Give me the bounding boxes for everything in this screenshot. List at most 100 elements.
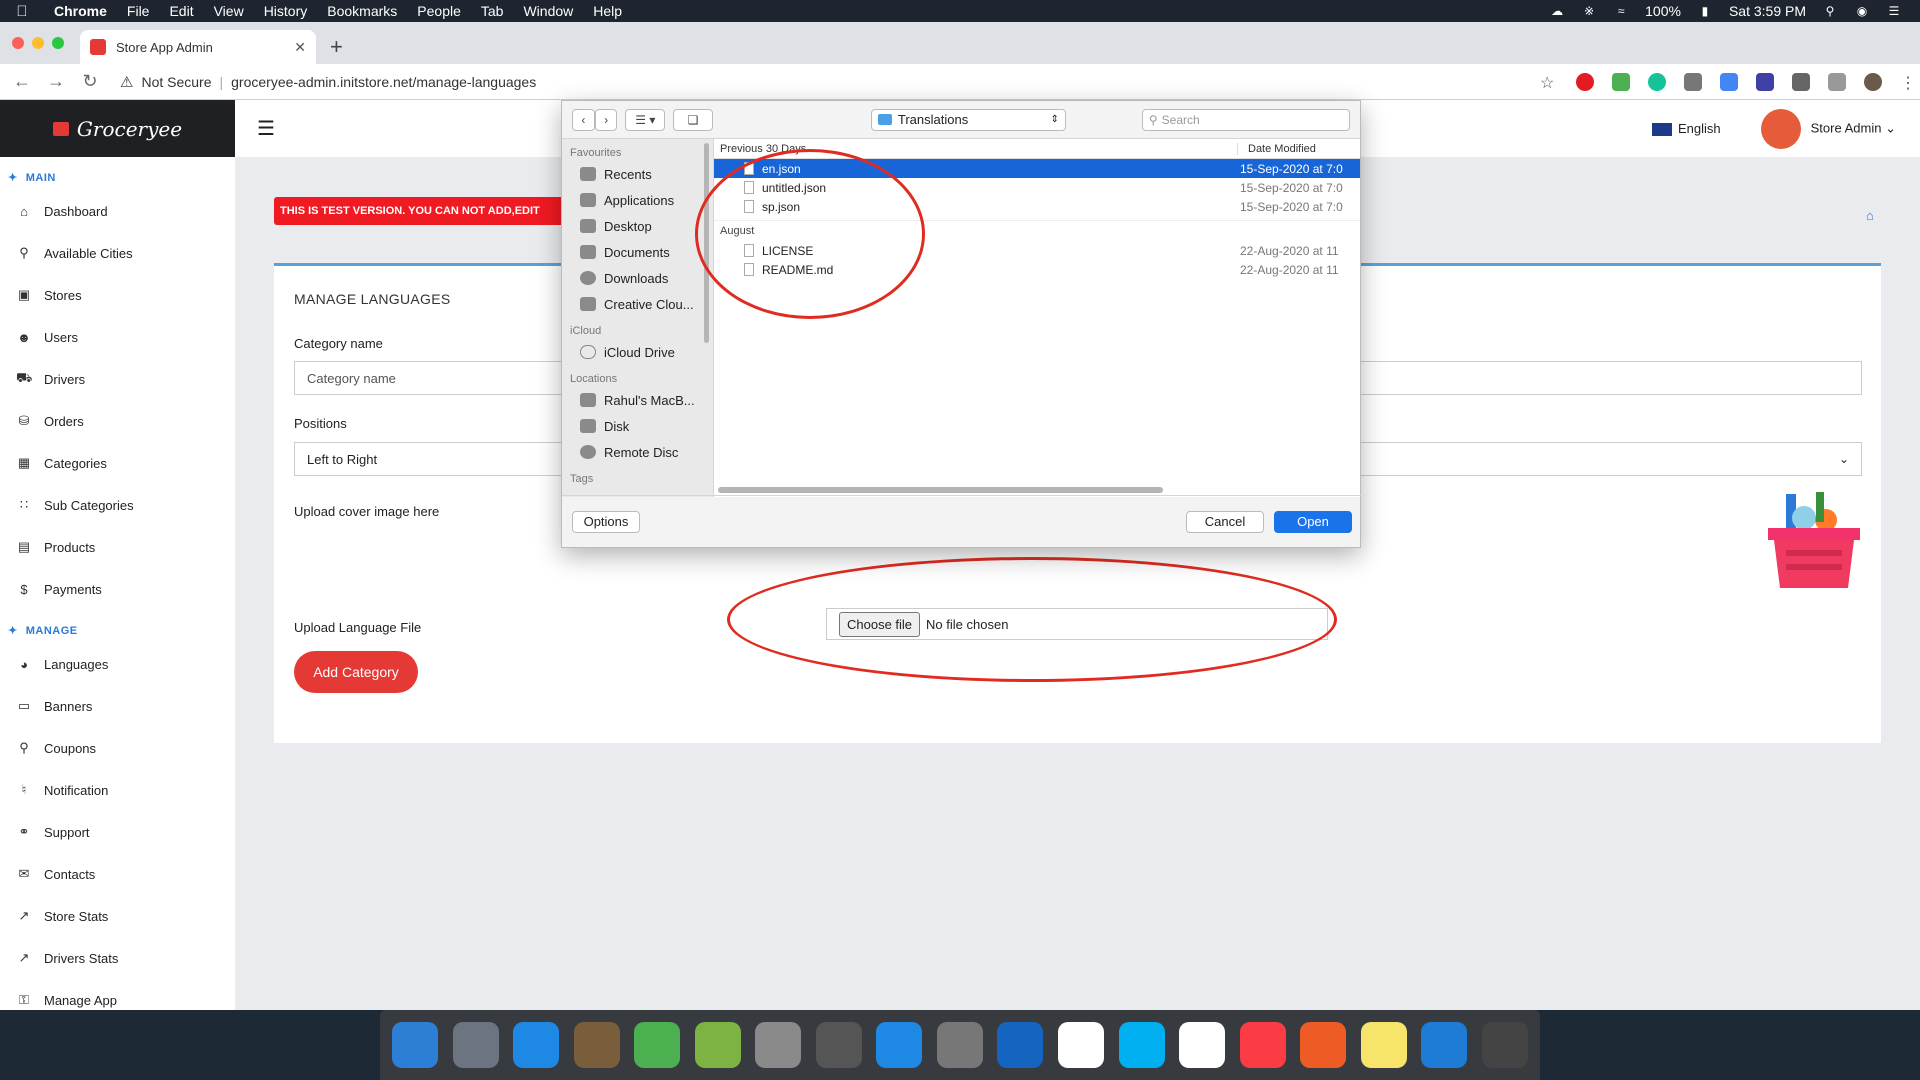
sidebar-item-languages[interactable]: ◕ Languages bbox=[0, 643, 235, 685]
safari-icon[interactable] bbox=[513, 1022, 560, 1068]
notes-icon[interactable] bbox=[1360, 1022, 1407, 1068]
url-text[interactable]: groceryee-admin.initstore.net/manage-lan… bbox=[231, 74, 536, 90]
dialog-sidebar-documents[interactable]: Documents bbox=[562, 239, 713, 265]
siri-icon[interactable]: ◉ bbox=[1854, 4, 1870, 18]
tab-store-app-admin[interactable]: Store App Admin ✕ bbox=[80, 30, 316, 64]
maps-icon[interactable] bbox=[634, 1022, 681, 1068]
new-folder-icon[interactable]: ❏ bbox=[673, 108, 713, 131]
skype-icon[interactable] bbox=[1118, 1022, 1165, 1068]
chrome-menu-icon[interactable]: ⋮ bbox=[1900, 73, 1916, 92]
cancel-button[interactable]: Cancel bbox=[1186, 510, 1264, 533]
minimize-window-button[interactable] bbox=[32, 37, 44, 49]
menu-view[interactable]: View bbox=[204, 3, 254, 19]
sidebar-item-sub-categories[interactable]: ∷ Sub Categories bbox=[0, 484, 235, 526]
finder-icon[interactable] bbox=[392, 1022, 438, 1068]
dialog-back-icon[interactable]: ‹ bbox=[572, 108, 595, 131]
app-store-icon[interactable] bbox=[876, 1022, 923, 1068]
sidebar-item-contacts[interactable]: ✉ Contacts bbox=[0, 853, 235, 895]
brand[interactable]: Groceryee bbox=[0, 100, 235, 157]
menu-tab[interactable]: Tab bbox=[471, 3, 514, 19]
dialog-search-input[interactable]: ⚲ Search bbox=[1141, 108, 1350, 131]
spotlight-icon[interactable]: ⚲ bbox=[1822, 4, 1838, 18]
new-tab-icon[interactable]: + bbox=[330, 34, 343, 60]
sidebar-item-payments[interactable]: $ Payments bbox=[0, 568, 235, 610]
dialog-sidebar-icloud-drive[interactable]: iCloud Drive bbox=[562, 339, 713, 365]
sidebar-item-dashboard[interactable]: ⌂ Dashboard bbox=[0, 190, 235, 232]
dialog-sidebar-creative-cloud[interactable]: Creative Clou... bbox=[562, 291, 713, 317]
notification-center-icon[interactable]: ☰ bbox=[1886, 4, 1902, 18]
sidebar-item-categories[interactable]: ▦ Categories bbox=[0, 442, 235, 484]
slack-icon[interactable] bbox=[1058, 1022, 1105, 1068]
profile-avatar[interactable] bbox=[1864, 72, 1882, 91]
apple-menu-icon[interactable]:  bbox=[0, 3, 44, 20]
sidebar-item-available-cities[interactable]: ⚲ Available Cities bbox=[0, 232, 235, 274]
vscode-icon[interactable] bbox=[1421, 1022, 1468, 1068]
dialog-sidebar-applications[interactable]: Applications bbox=[562, 187, 713, 213]
menu-file[interactable]: File bbox=[117, 3, 160, 19]
close-tab-icon[interactable]: ✕ bbox=[294, 39, 306, 56]
sidebar-item-drivers[interactable]: ⛟ Drivers bbox=[0, 358, 235, 400]
clock[interactable]: Sat 3:59 PM bbox=[1729, 3, 1806, 19]
breadcrumb-home-icon[interactable]: ⌂ bbox=[1866, 208, 1874, 223]
zoom-window-button[interactable] bbox=[52, 37, 64, 49]
dialog-sidebar-recents[interactable]: Recents bbox=[562, 161, 713, 187]
battery-percent[interactable]: 100% bbox=[1645, 3, 1681, 19]
sidebar-item-products[interactable]: ▤ Products bbox=[0, 526, 235, 568]
sidebar-item-drivers-stats[interactable]: ↗ Drivers Stats bbox=[0, 937, 235, 979]
back-icon[interactable]: ← bbox=[12, 71, 32, 92]
translate-extension-icon[interactable] bbox=[1720, 72, 1738, 91]
location-popup[interactable]: Translations ⇕ bbox=[870, 108, 1066, 131]
sidebar-item-users[interactable]: ☻ Users bbox=[0, 316, 235, 358]
security-label[interactable]: Not Secure bbox=[141, 74, 211, 90]
music-icon[interactable] bbox=[1239, 1022, 1286, 1068]
dialog-sidebar-disk[interactable]: Disk bbox=[562, 413, 713, 439]
menu-edit[interactable]: Edit bbox=[159, 3, 203, 19]
menu-app-name[interactable]: Chrome bbox=[44, 3, 117, 19]
open-button[interactable]: Open bbox=[1274, 510, 1352, 533]
view-options-icon[interactable]: ☰ ▾ bbox=[625, 108, 666, 131]
trash-icon[interactable] bbox=[1481, 1022, 1528, 1068]
extension-badge-icon[interactable] bbox=[1756, 72, 1774, 91]
close-window-button[interactable] bbox=[12, 37, 24, 49]
sidebar-item-stores[interactable]: ▣ Stores bbox=[0, 274, 235, 316]
bluetooth-icon[interactable]: ※ bbox=[1581, 4, 1597, 18]
sidebar-item-support[interactable]: ⚭ Support bbox=[0, 811, 235, 853]
reading-list-icon[interactable] bbox=[1828, 72, 1846, 91]
column-date-modified[interactable]: Date Modified bbox=[1238, 143, 1316, 155]
warning-icon[interactable]: ⚠ bbox=[120, 73, 133, 91]
wifi-icon[interactable]: ≈ bbox=[1613, 4, 1629, 18]
preview-icon[interactable] bbox=[573, 1022, 620, 1068]
xcode-icon[interactable] bbox=[997, 1022, 1044, 1068]
postman-icon[interactable] bbox=[1300, 1022, 1347, 1068]
user-menu[interactable]: Store Admin ⌄ bbox=[1760, 108, 1896, 149]
cloud-icon[interactable]: ☁ bbox=[1549, 4, 1565, 18]
file-list-scrollbar[interactable] bbox=[718, 487, 1163, 493]
options-button[interactable]: Options bbox=[572, 510, 640, 533]
add-category-button[interactable]: Add Category bbox=[294, 651, 418, 693]
bookmark-star-icon[interactable]: ☆ bbox=[1540, 73, 1558, 92]
dialog-sidebar-desktop[interactable]: Desktop bbox=[562, 213, 713, 239]
system-preferences-icon[interactable] bbox=[936, 1022, 983, 1068]
calculator-icon[interactable] bbox=[755, 1022, 802, 1068]
dialog-sidebar-downloads[interactable]: Downloads bbox=[562, 265, 713, 291]
chrome-icon[interactable] bbox=[1179, 1022, 1226, 1068]
dialog-sidebar-macbook[interactable]: Rahul's MacB... bbox=[562, 387, 713, 413]
tableplus-icon[interactable] bbox=[815, 1022, 862, 1068]
sidebar-item-coupons[interactable]: ⚲ Coupons bbox=[0, 727, 235, 769]
language-selector[interactable]: English bbox=[1652, 121, 1721, 137]
menu-help[interactable]: Help bbox=[583, 3, 632, 19]
eyedropper-extension-icon[interactable] bbox=[1612, 72, 1630, 91]
launchpad-icon[interactable] bbox=[452, 1022, 499, 1068]
puzzle-extensions-icon[interactable] bbox=[1792, 72, 1810, 91]
camera-extension-icon[interactable] bbox=[1684, 72, 1702, 91]
sidebar-item-notification[interactable]: ♮ Notification bbox=[0, 769, 235, 811]
menu-window[interactable]: Window bbox=[513, 3, 583, 19]
sidebar-item-banners[interactable]: ▭ Banners bbox=[0, 685, 235, 727]
dialog-sidebar-remote-disc[interactable]: Remote Disc bbox=[562, 439, 713, 465]
menu-history[interactable]: History bbox=[254, 3, 318, 19]
sidebar-item-manage-app[interactable]: ⚿ Manage App bbox=[0, 979, 235, 1010]
grammarly-extension-icon[interactable] bbox=[1648, 72, 1666, 91]
sidebar-item-orders[interactable]: ⛁ Orders bbox=[0, 400, 235, 442]
forward-icon[interactable]: → bbox=[46, 71, 66, 92]
hamburger-menu-icon[interactable]: ☰ bbox=[257, 116, 275, 141]
